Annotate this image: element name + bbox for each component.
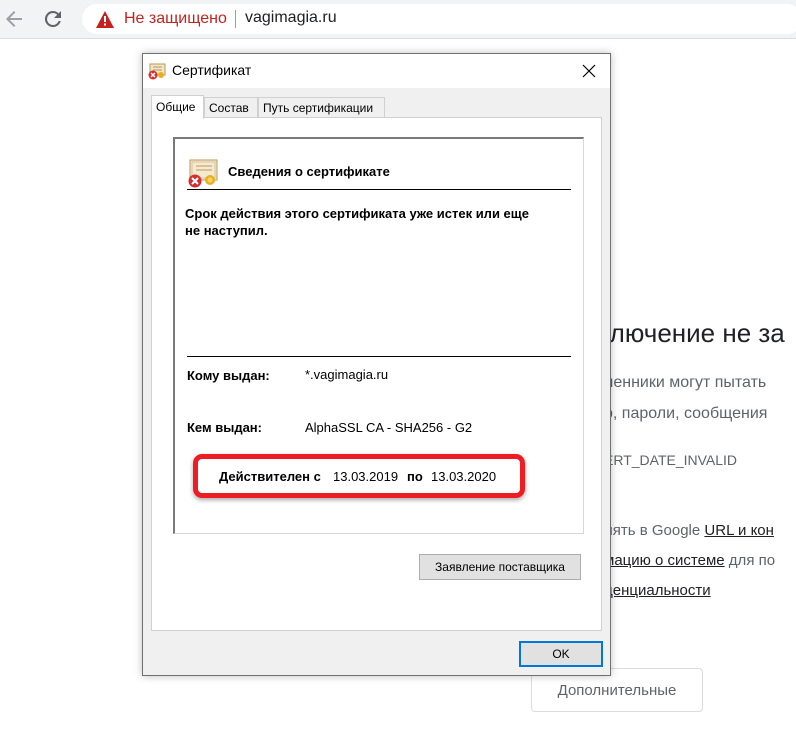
close-icon <box>582 64 596 78</box>
status-text: Срок действия этого сертификата уже исте… <box>185 206 529 238</box>
error-line-2: мацию о системе для по <box>604 552 775 569</box>
system-info-link[interactable]: мацию о системе <box>604 552 725 569</box>
issuer-statement-button[interactable]: Заявление поставщика <box>419 554 581 580</box>
back-arrow-icon <box>6 11 22 27</box>
certificate-info-box: Сведения о сертификате Срок действия это… <box>173 137 584 534</box>
divider <box>187 356 571 357</box>
back-button[interactable] <box>2 7 26 31</box>
certificate-error-icon <box>148 63 166 80</box>
certificate-error-icon <box>188 159 218 188</box>
url-separator <box>235 10 236 28</box>
validity-highlight: Действителен с 13.03.2019 по 13.03.2020 <box>193 454 525 498</box>
tab-certification-path[interactable]: Путь сертификации <box>258 97 385 117</box>
divider <box>187 189 571 190</box>
url-link[interactable]: URL и кон <box>704 522 774 539</box>
valid-from-label: Действителен с <box>219 469 321 484</box>
address-bar[interactable]: Не защищено vagimagia.ru <box>82 4 796 34</box>
valid-to-value: 13.03.2020 <box>431 469 497 484</box>
issued-to-value: *.vagimagia.ru <box>305 367 389 382</box>
tab-details[interactable]: Состав <box>204 97 258 117</box>
info-heading: Сведения о сертификате <box>228 164 390 179</box>
ok-button[interactable]: OK <box>519 641 603 667</box>
browser-toolbar: Не защищено vagimagia.ru <box>0 0 796 39</box>
certificate-dialog: Сертификат Общие Состав Путь сертификаци… <box>142 53 611 676</box>
error-paragraph-1: ленники могут пытать <box>604 374 767 391</box>
error-line-3: денциальности <box>604 582 711 599</box>
not-secure-label[interactable]: Не защищено <box>124 10 227 28</box>
error-title: ключение не за <box>598 318 785 348</box>
url-text[interactable]: vagimagia.ru <box>245 9 337 27</box>
general-tab-panel: Сведения о сертификате Срок действия это… <box>151 117 602 631</box>
dialog-title: Сертификат <box>172 62 252 78</box>
error-line-1: лять в Google URL и кон <box>604 522 774 539</box>
tab-general[interactable]: Общие <box>151 95 204 119</box>
reload-button[interactable] <box>41 7 65 31</box>
error-line-1-text: лять в Google <box>604 522 705 539</box>
valid-to-label: по <box>407 469 423 484</box>
issued-to-label: Кому выдан: <box>187 368 270 383</box>
close-button[interactable] <box>575 58 603 84</box>
error-paragraph-2: р, пароли, сообщения <box>604 405 768 422</box>
issued-by-label: Кем выдан: <box>187 420 262 435</box>
reload-icon <box>44 10 61 27</box>
issued-by-value: AlphaSSL CA - SHA256 - G2 <box>305 420 473 435</box>
error-code: ERT_DATE_INVALID <box>604 452 738 468</box>
error-line-2-text: для по <box>724 552 776 569</box>
valid-from-value: 13.03.2019 <box>333 469 399 484</box>
privacy-link[interactable]: денциальности <box>604 582 711 599</box>
warning-triangle-icon <box>96 11 114 28</box>
dialog-title-bar[interactable]: Сертификат <box>143 54 610 88</box>
